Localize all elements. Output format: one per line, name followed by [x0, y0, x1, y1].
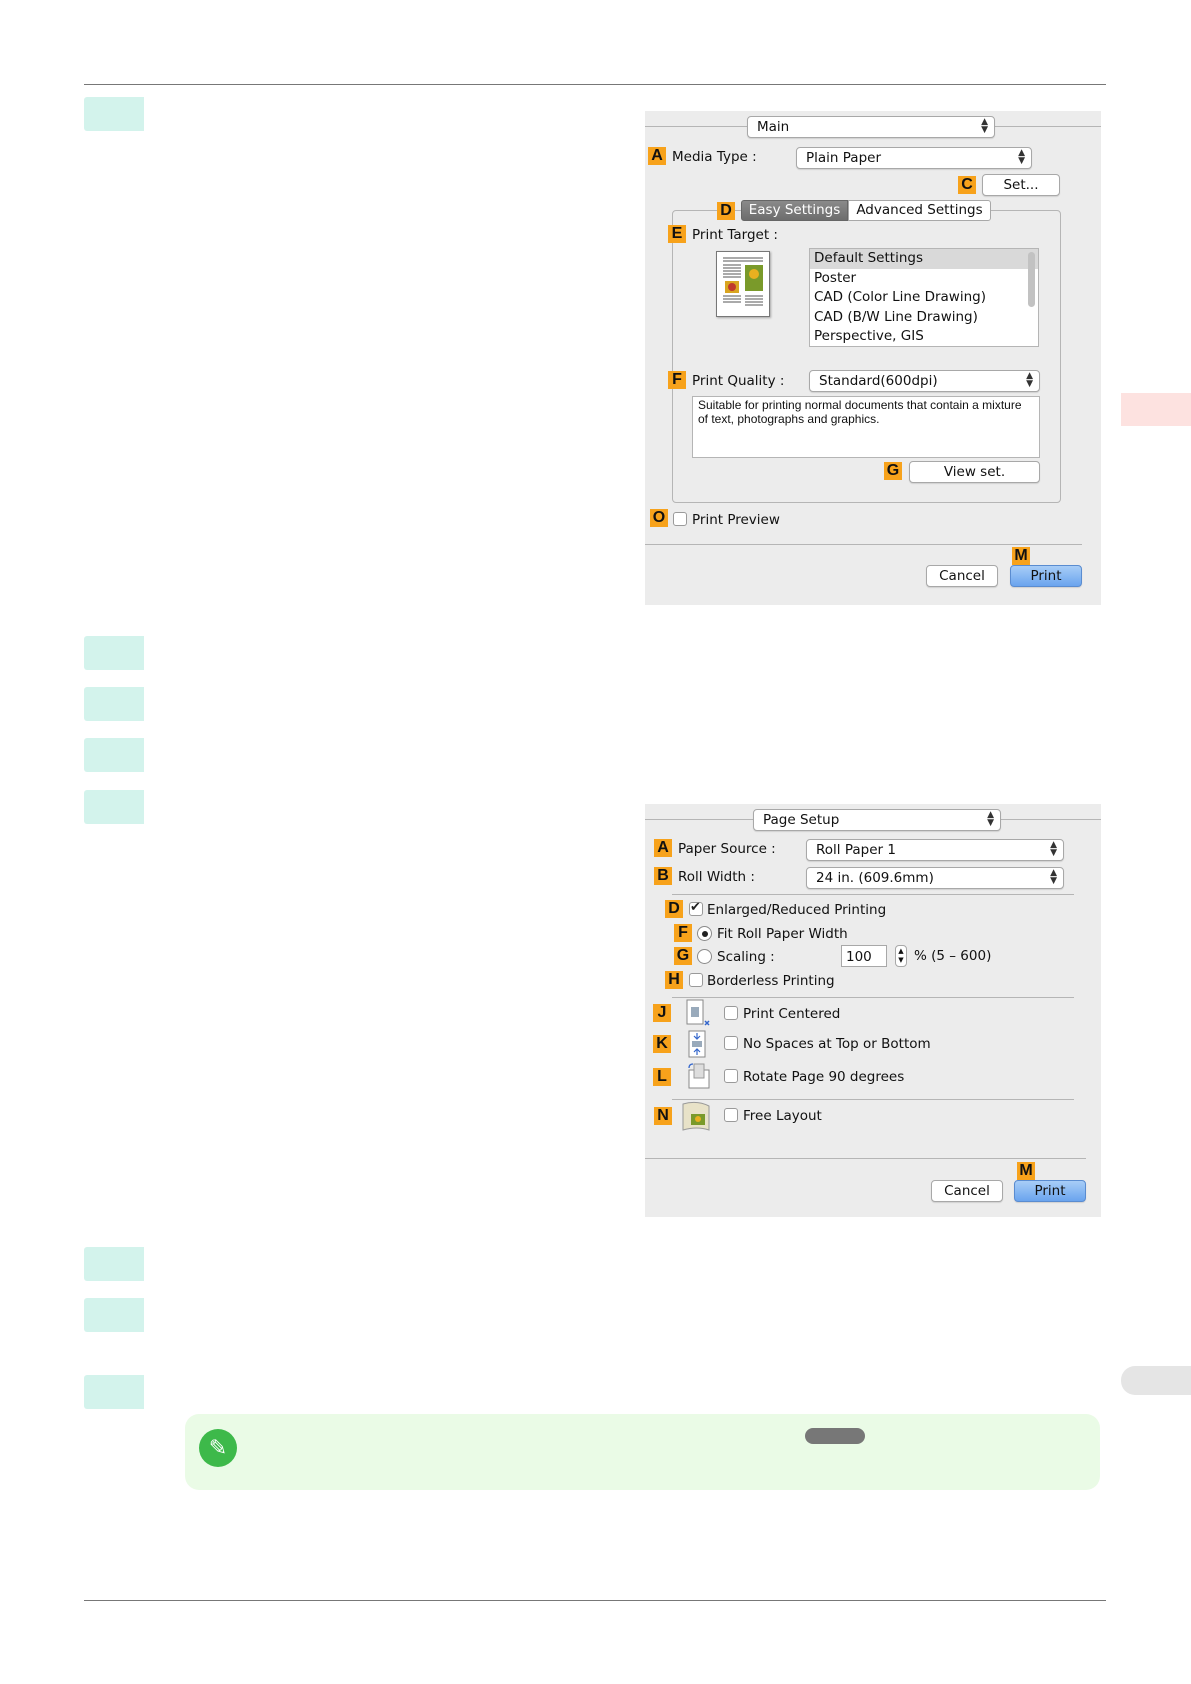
set-button[interactable]: Set... [982, 174, 1060, 196]
badge-a: A [654, 839, 672, 857]
step-marker [84, 687, 144, 721]
paper-source-label: Paper Source : [678, 841, 776, 857]
main-dialog-screenshot: Main ▲ ▼ A Media Type : Plain Paper ▲ ▼ C Se… [645, 111, 1101, 605]
step-marker [84, 1298, 144, 1332]
rotate-page-label: Rotate Page 90 degrees [743, 1069, 905, 1085]
bottom-rule [84, 1600, 1106, 1601]
borderless-printing-checkbox[interactable] [689, 973, 703, 987]
section-divider [672, 894, 1074, 895]
print-quality-select[interactable]: Standard(600dpi) ▲ ▼ [809, 370, 1040, 392]
step-marker [84, 97, 144, 131]
print-target-list[interactable]: Default Settings Poster CAD (Color Line … [809, 248, 1039, 347]
print-quality-label: Print Quality : [692, 373, 785, 389]
roll-width-select[interactable]: 24 in. (609.6mm) ▲ ▼ [806, 867, 1064, 889]
rotate-page-icon [685, 1062, 711, 1096]
print-target-label: Print Target : [692, 227, 778, 243]
roll-width-label: Roll Width : [678, 869, 755, 885]
step-marker [84, 1375, 144, 1409]
media-type-select[interactable]: Plain Paper ▲ ▼ [796, 147, 1032, 169]
panel-menu-popup[interactable]: Main ▲ ▼ [747, 116, 995, 138]
badge-m: M [1017, 1162, 1035, 1180]
scaling-stepper[interactable]: ▲ ▼ [895, 945, 907, 967]
step-marker [84, 636, 144, 670]
list-item[interactable]: Poster [810, 269, 1038, 289]
badge-o: O [650, 509, 668, 527]
print-preview-checkbox[interactable] [673, 512, 687, 526]
fit-roll-width-radio[interactable] [697, 926, 712, 941]
badge-m: M [1012, 547, 1030, 565]
list-item[interactable]: CAD (Color Line Drawing) [810, 288, 1038, 308]
tab-easy-settings[interactable]: Easy Settings [741, 200, 848, 221]
section-divider [672, 997, 1074, 998]
badge-g: G [884, 462, 902, 480]
footer-divider [645, 544, 1082, 545]
free-layout-icon [679, 1100, 715, 1138]
media-type-label: Media Type : [672, 149, 757, 165]
print-centered-icon [685, 999, 711, 1033]
badge-d: D [665, 900, 683, 918]
badge-g: G [674, 947, 692, 965]
no-spaces-icon [685, 1030, 711, 1064]
view-set-button[interactable]: View set. [909, 461, 1040, 483]
chapter-tab[interactable] [1121, 393, 1191, 426]
badge-f: F [674, 924, 692, 942]
step-marker [84, 790, 144, 824]
badge-b: B [654, 867, 672, 885]
badge-h: H [665, 971, 683, 989]
section-divider [672, 1099, 1074, 1100]
badge-a: A [648, 147, 666, 165]
quality-description-box: Suitable for printing normal documents t… [692, 396, 1040, 458]
list-item[interactable]: CAD (B/W Line Drawing) [810, 308, 1038, 328]
print-centered-label: Print Centered [743, 1006, 841, 1022]
badge-k: K [653, 1035, 671, 1053]
cancel-button[interactable]: Cancel [926, 565, 998, 587]
badge-l: L [653, 1068, 671, 1086]
document-preview-icon [716, 251, 770, 317]
badge-n: N [654, 1107, 672, 1125]
page-setup-dialog-screenshot: Page Setup ▲ ▼ A Paper Source : Roll Paper… [645, 804, 1101, 1217]
list-item[interactable]: Default Settings [810, 249, 1038, 269]
scaling-range-label: % (5 – 600) [914, 948, 992, 964]
list-scrollbar[interactable] [1028, 252, 1035, 307]
rotate-page-checkbox[interactable] [724, 1069, 738, 1083]
pencil-icon: ✎ [199, 1429, 237, 1467]
print-centered-checkbox[interactable] [724, 1006, 738, 1020]
index-tab[interactable] [1121, 1366, 1191, 1395]
print-preview-label: Print Preview [692, 512, 780, 528]
badge-e: E [668, 225, 686, 243]
print-button[interactable]: Print [1010, 565, 1082, 587]
scaling-label: Scaling : [717, 949, 775, 965]
panel-menu-popup[interactable]: Page Setup ▲ ▼ [753, 809, 1001, 831]
list-item[interactable]: Perspective, GIS [810, 327, 1038, 347]
no-spaces-checkbox[interactable] [724, 1036, 738, 1050]
enlarged-reduced-checkbox[interactable] [689, 900, 703, 916]
free-layout-checkbox[interactable] [724, 1108, 738, 1122]
step-marker [84, 1247, 144, 1281]
footer-divider [645, 1158, 1086, 1159]
paper-source-select[interactable]: Roll Paper 1 ▲ ▼ [806, 839, 1064, 861]
scaling-radio[interactable] [697, 949, 712, 964]
free-layout-label: Free Layout [743, 1108, 822, 1124]
borderless-printing-label: Borderless Printing [707, 973, 835, 989]
badge-c: C [958, 176, 976, 194]
badge-j: J [653, 1004, 671, 1022]
badge-d: D [717, 202, 735, 220]
badge-f: F [668, 371, 686, 389]
scaling-input[interactable]: 100 [841, 945, 887, 967]
cancel-button[interactable]: Cancel [931, 1180, 1003, 1202]
reference-pill[interactable] [805, 1428, 865, 1444]
note-box [185, 1414, 1100, 1490]
fit-roll-width-label: Fit Roll Paper Width [717, 926, 848, 942]
enlarged-reduced-label: Enlarged/Reduced Printing [707, 902, 887, 918]
no-spaces-label: No Spaces at Top or Bottom [743, 1036, 931, 1052]
print-button[interactable]: Print [1014, 1180, 1086, 1202]
tab-advanced-settings[interactable]: Advanced Settings [848, 200, 991, 221]
top-rule [84, 84, 1106, 85]
step-marker [84, 738, 144, 772]
